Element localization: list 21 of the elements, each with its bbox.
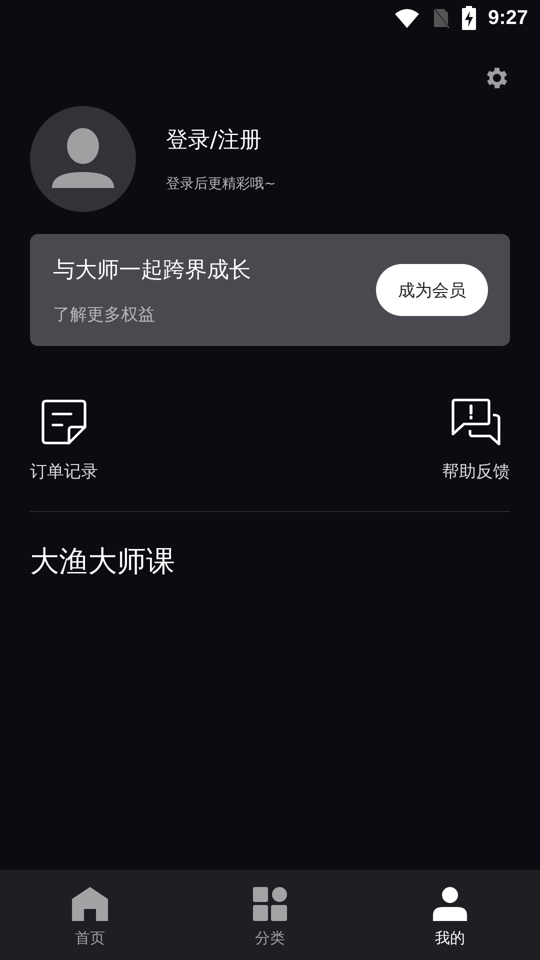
shortcut-label[interactable]: 订单记录 [30,460,98,483]
no-sim-icon [432,7,450,29]
person-icon [433,886,467,920]
home-icon [72,886,108,920]
wifi-icon [394,8,420,28]
nav-tab[interactable]: 分类 [180,870,360,960]
shortcut-label[interactable]: 帮助反馈 [442,460,510,483]
note-icon[interactable] [40,398,88,446]
membership-subtitle: 了解更多权益 [53,304,156,326]
login-register-link[interactable]: 登录/注册 [166,125,276,155]
grid-icon [253,886,287,920]
battery-charging-icon [462,6,476,30]
become-member-button[interactable]: 成为会员 [376,264,488,316]
chat-alert-icon[interactable] [450,398,502,446]
nav-tab[interactable]: 首页 [0,870,180,960]
login-hint: 登录后更精彩哦~ [166,175,276,193]
nav-tab[interactable]: 我的 [360,870,540,960]
status-time: 9:27 [488,6,528,30]
membership-title: 与大师一起跨界成长 [53,256,251,284]
section-title: 大渔大师课 [30,543,176,580]
avatar-icon[interactable] [30,106,136,212]
